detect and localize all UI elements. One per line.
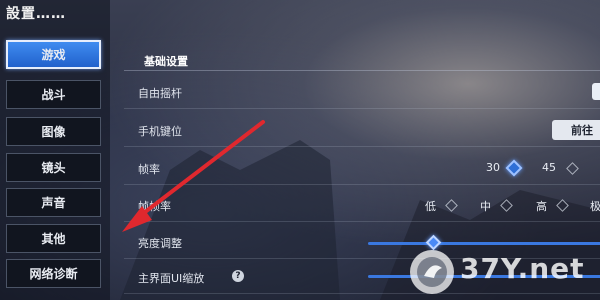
free-joystick-toggle[interactable] [592,83,600,100]
tab-graphics[interactable]: 图像 [6,117,101,146]
quality-low-radio-icon[interactable] [445,199,458,212]
quality-label: 帧帧率 [138,200,171,213]
goto-button[interactable]: 前往 [552,120,600,140]
tab-combat[interactable]: 战斗 [6,80,101,109]
brightness-label: 亮度调整 [138,237,182,250]
quality-option-ultra[interactable]: 极 [590,198,600,214]
frame-rate-label: 帧率 [138,163,160,176]
tab-other[interactable]: 其他 [6,224,101,253]
section-divider [124,70,600,71]
tab-camera[interactable]: 镜头 [6,153,101,182]
tab-game[interactable]: 游戏 [6,40,101,69]
setting-row-quality: 帧帧率 低 中 高 极 [124,190,600,222]
section-title: 基础设置 [144,55,188,68]
free-joystick-label: 自由摇杆 [138,87,182,100]
watermark-logo-icon [410,250,454,294]
setting-row-phone-keys: 手机键位 前往 [124,115,600,147]
tab-network-diagnosis[interactable]: 网络诊断 [6,259,101,288]
watermark-text: 37Y.net [460,252,585,285]
quality-option-low[interactable]: 低 [425,198,436,214]
tab-sound[interactable]: 声音 [6,188,101,217]
page-title: 設置…… [6,6,66,22]
frame-rate-option-45[interactable]: 45 [542,161,556,174]
frame-rate-30-selected-icon[interactable] [505,159,523,177]
ui-scale-label: 主界面UI缩放 [138,272,205,285]
quality-high-radio-icon[interactable] [556,199,569,212]
help-icon[interactable]: ? [232,270,244,282]
frame-rate-45-radio-icon[interactable] [566,162,579,175]
setting-row-frame-rate: 帧率 30 45 [124,153,600,185]
quality-option-mid[interactable]: 中 [480,198,491,214]
watermark: 37Y.net [404,242,600,300]
frame-rate-option-30[interactable]: 30 [486,161,500,174]
quality-option-high[interactable]: 高 [536,198,547,214]
phone-keys-label: 手机键位 [138,125,182,138]
setting-row-free-joystick: 自由摇杆 [124,77,600,109]
quality-mid-radio-icon[interactable] [500,199,513,212]
